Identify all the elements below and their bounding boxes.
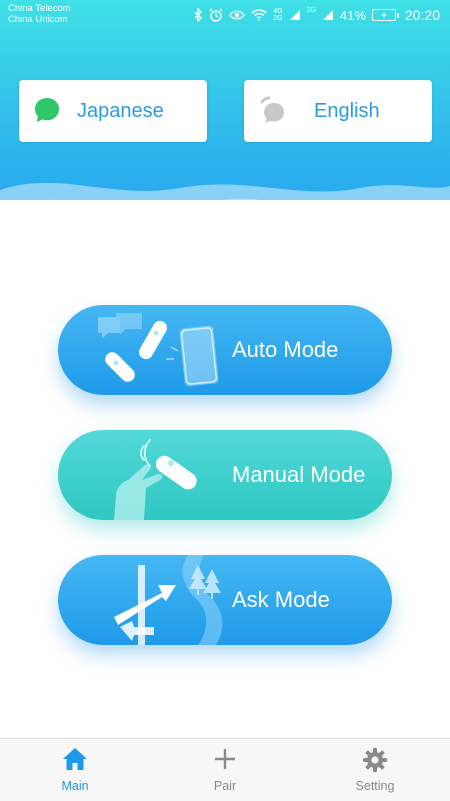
status-icons: 4G 2G 2G 41% + 20:20 — [194, 7, 440, 23]
bluetooth-icon — [194, 8, 203, 22]
tab-pair[interactable]: Pair — [150, 739, 300, 801]
tab-pair-label: Pair — [213, 779, 237, 793]
chat-bubble-icon — [35, 98, 59, 122]
wifi-icon — [251, 9, 267, 21]
plus-icon — [215, 749, 235, 769]
carrier-info: China Telecom China Unicom — [8, 3, 71, 25]
network-type-2: 2G — [273, 15, 283, 22]
tab-setting[interactable]: Setting — [300, 739, 450, 801]
target-language-button[interactable]: English — [244, 80, 432, 142]
signal-icon-1 — [289, 10, 300, 20]
auto-mode-label: Auto Mode — [232, 337, 339, 362]
source-language-button[interactable]: Japanese — [19, 80, 207, 142]
battery-percent: 41% — [339, 7, 366, 23]
translator-devices-icon — [98, 313, 219, 387]
eye-icon — [229, 10, 245, 20]
status-bar: China Telecom China Unicom 4G 2G 2G 41% +… — [0, 0, 450, 34]
carrier-1: China Telecom — [8, 3, 71, 14]
target-language-label: English — [314, 100, 380, 122]
gear-icon — [363, 748, 387, 772]
direction-sign-icon — [114, 555, 223, 645]
tab-setting-label: Setting — [355, 779, 395, 793]
tab-main[interactable]: Main — [0, 739, 150, 801]
network-type-1: 4G — [273, 8, 283, 15]
tab-main-label: Main — [61, 779, 89, 793]
source-language-label: Japanese — [77, 100, 164, 122]
network-type-3: 2G — [306, 7, 316, 14]
bottom-tab-bar: Main Pair Setting — [0, 738, 450, 801]
hand-tap-icon — [114, 439, 197, 520]
home-icon — [63, 748, 87, 770]
auto-mode-button[interactable]: Auto Mode — [58, 305, 392, 395]
carrier-2: China Unicom — [8, 14, 68, 25]
manual-mode-label: Manual Mode — [232, 462, 366, 487]
alarm-icon — [209, 8, 223, 22]
ask-mode-button[interactable]: Ask Mode — [58, 555, 392, 645]
chat-bubble-icon — [260, 96, 284, 123]
battery-icon: + — [371, 9, 399, 21]
signal-icon-2 — [322, 10, 333, 20]
clock: 20:20 — [404, 7, 440, 23]
network-type: 4G 2G — [273, 8, 282, 22]
ask-mode-label: Ask Mode — [232, 587, 330, 612]
manual-mode-button[interactable]: Manual Mode — [58, 430, 392, 520]
